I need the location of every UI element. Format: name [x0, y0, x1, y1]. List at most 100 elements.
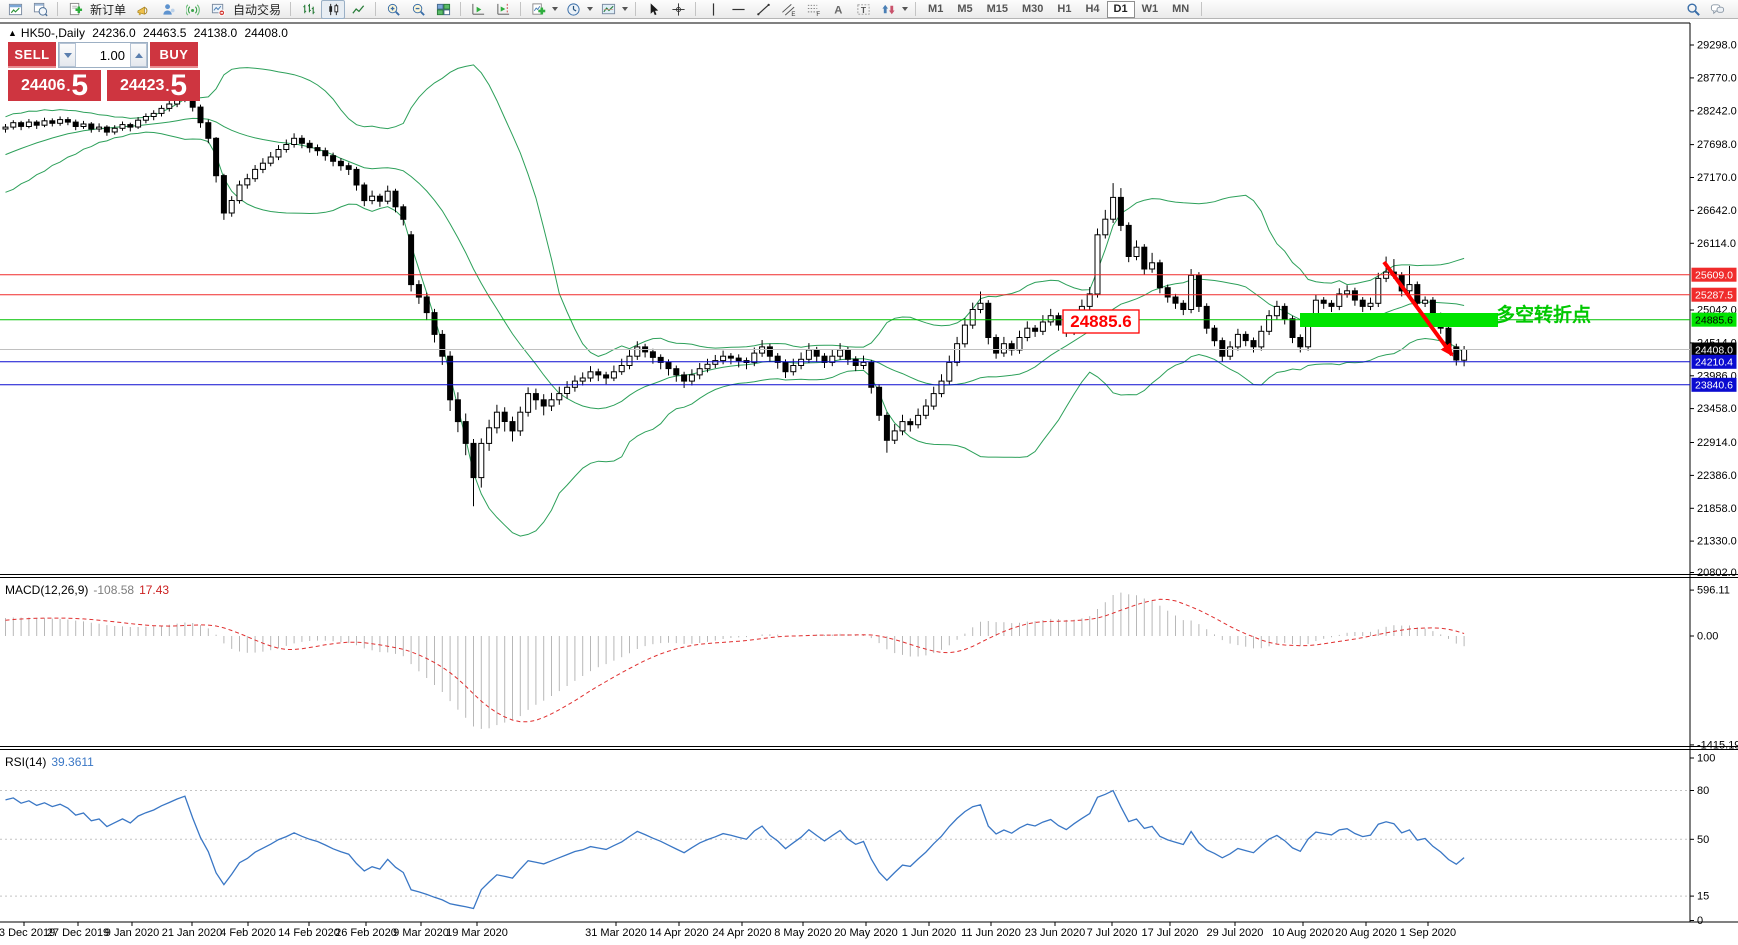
- svg-text:20802.0: 20802.0: [1697, 567, 1737, 579]
- timeframe-M15[interactable]: M15: [980, 1, 1015, 18]
- chart-symbol: HK50-,Daily: [20, 26, 85, 40]
- chart-shift-button[interactable]: [491, 0, 515, 19]
- profiles-button[interactable]: [28, 0, 52, 19]
- search-button[interactable]: [1681, 0, 1705, 19]
- bar-chart-mode-button[interactable]: [296, 0, 320, 19]
- horizontal-line-tool-button[interactable]: [726, 0, 750, 19]
- svg-text:22386.0: 22386.0: [1697, 470, 1737, 482]
- svg-text:1 Jun 2020: 1 Jun 2020: [902, 927, 956, 939]
- autotrading-button[interactable]: [206, 0, 230, 19]
- autotrading-label[interactable]: 自动交易: [233, 1, 281, 18]
- arrows-dropdown-caret[interactable]: [902, 7, 909, 11]
- chart-title-ohlc: ▲ HK50-,Daily 24236.0 24463.5 24138.0 244…: [8, 26, 292, 40]
- indicators-button[interactable]: [526, 0, 550, 19]
- svg-text:21858.0: 21858.0: [1697, 503, 1737, 515]
- svg-text:24210.4: 24210.4: [1695, 357, 1733, 369]
- svg-text:23 Jun 2020: 23 Jun 2020: [1025, 927, 1086, 939]
- svg-text:23840.6: 23840.6: [1695, 380, 1733, 392]
- trendline-tool-button[interactable]: [751, 0, 775, 19]
- svg-text:20 Aug 2020: 20 Aug 2020: [1335, 927, 1397, 939]
- auto-scroll-button[interactable]: [466, 0, 490, 19]
- support-zone-rectangle[interactable]: [1300, 313, 1498, 327]
- svg-text:-1415.19: -1415.19: [1697, 739, 1738, 751]
- new-order-label[interactable]: 新订单: [90, 1, 126, 18]
- timeframe-M30[interactable]: M30: [1015, 1, 1050, 18]
- zoom-out-icon: [412, 3, 425, 16]
- search-icon: [1686, 2, 1700, 16]
- up-arrow-icon: [134, 52, 143, 58]
- sell-button[interactable]: SELL: [8, 42, 56, 68]
- new-order-icon: [69, 2, 82, 15]
- chart-shift-icon: [496, 3, 509, 15]
- indicators-dropdown-caret[interactable]: [552, 7, 559, 11]
- cursor-icon: [650, 2, 658, 15]
- note-text[interactable]: 多空转折点: [1496, 303, 1591, 326]
- new-order-button[interactable]: [63, 0, 87, 19]
- ohlc-close: 24408.0: [244, 26, 288, 40]
- buy-button[interactable]: BUY: [150, 42, 198, 68]
- timeframe-M5[interactable]: M5: [950, 1, 979, 18]
- profiles-icon: [33, 2, 48, 16]
- line-chart-mode-button[interactable]: [346, 0, 370, 19]
- timeframe-MN[interactable]: MN: [1165, 1, 1196, 18]
- svg-text:1 Sep 2020: 1 Sep 2020: [1400, 927, 1456, 939]
- price-chart[interactable]: 29298.0 28770.0 28242.0 27698.0 27170.0 26642…: [0, 19, 1738, 945]
- sell-price-display[interactable]: 24406. 5: [8, 70, 101, 101]
- candlestick-icon: [328, 3, 338, 15]
- text-label-tool-button[interactable]: T: [851, 0, 875, 19]
- templates-button[interactable]: [596, 0, 620, 19]
- signals-icon: [185, 3, 200, 16]
- price-display-row: 24406. 5 24423. 5: [8, 70, 200, 101]
- timeframe-D1[interactable]: D1: [1106, 0, 1135, 18]
- sell-price-frac: 5: [71, 68, 89, 102]
- volume-input[interactable]: 1.00: [76, 43, 130, 67]
- periods-button[interactable]: [561, 0, 585, 19]
- toolbar-separator: [1201, 2, 1203, 16]
- timeframe-H4[interactable]: H4: [1078, 1, 1106, 18]
- text-label-icon: T: [856, 3, 870, 14]
- buy-price-display[interactable]: 24423. 5: [107, 70, 200, 101]
- tile-windows-icon: [436, 3, 450, 15]
- mql5-community-button[interactable]: [156, 0, 180, 19]
- crosshair-tool-button[interactable]: [666, 0, 690, 19]
- toolbar-separator: [57, 2, 58, 16]
- news-button[interactable]: [131, 0, 155, 19]
- svg-text:24408.0: 24408.0: [1695, 344, 1733, 356]
- text-tool-button[interactable]: A: [826, 0, 850, 19]
- templates-dropdown-caret[interactable]: [622, 7, 629, 11]
- zoom-out-button[interactable]: [406, 0, 430, 19]
- svg-text:7 Jul 2020: 7 Jul 2020: [1087, 927, 1138, 939]
- svg-text:0.00: 0.00: [1697, 631, 1718, 643]
- buy-price-int: 24423: [119, 76, 165, 94]
- timeframe-M1[interactable]: M1: [921, 1, 950, 18]
- toolbar-separator: [375, 2, 377, 16]
- equidistant-channel-tool-button[interactable]: E: [776, 0, 800, 19]
- svg-text:A: A: [834, 4, 842, 16]
- new-chart-button[interactable]: [3, 0, 27, 19]
- toolbar-separator: [460, 2, 462, 16]
- timeframe-W1[interactable]: W1: [1135, 1, 1166, 18]
- rsi-indicator-label: RSI(14) 39.3611: [5, 755, 94, 769]
- symbol-triangle-icon: ▲: [8, 28, 17, 38]
- svg-text:27 Dec 2019: 27 Dec 2019: [47, 927, 109, 939]
- zoom-in-button[interactable]: [381, 0, 405, 19]
- toolbar-separator: [290, 2, 292, 16]
- signals-button[interactable]: [181, 0, 205, 19]
- arrows-tool-button[interactable]: [876, 0, 900, 19]
- volume-decrease-button[interactable]: [59, 43, 76, 67]
- tile-windows-button[interactable]: [431, 0, 455, 19]
- svg-text:24 Apr 2020: 24 Apr 2020: [712, 927, 771, 939]
- timeframe-H1[interactable]: H1: [1050, 1, 1078, 18]
- svg-text:11 Jun 2020: 11 Jun 2020: [961, 927, 1021, 939]
- volume-increase-button[interactable]: [130, 43, 147, 67]
- vertical-line-tool-button[interactable]: [701, 0, 725, 19]
- svg-text:F: F: [816, 11, 820, 17]
- candlestick-mode-button[interactable]: [321, 0, 346, 19]
- fibonacci-tool-button[interactable]: F: [801, 0, 825, 19]
- chat-button[interactable]: [1705, 0, 1729, 19]
- svg-text:T: T: [860, 4, 866, 14]
- svg-text:15: 15: [1697, 891, 1709, 903]
- main-toolbar: 新订单 自动交易 E F A T M1 M5 M15 M30 H1 H4 D1 …: [0, 0, 1738, 19]
- periods-dropdown-caret[interactable]: [587, 7, 594, 11]
- cursor-tool-button[interactable]: [641, 0, 665, 19]
